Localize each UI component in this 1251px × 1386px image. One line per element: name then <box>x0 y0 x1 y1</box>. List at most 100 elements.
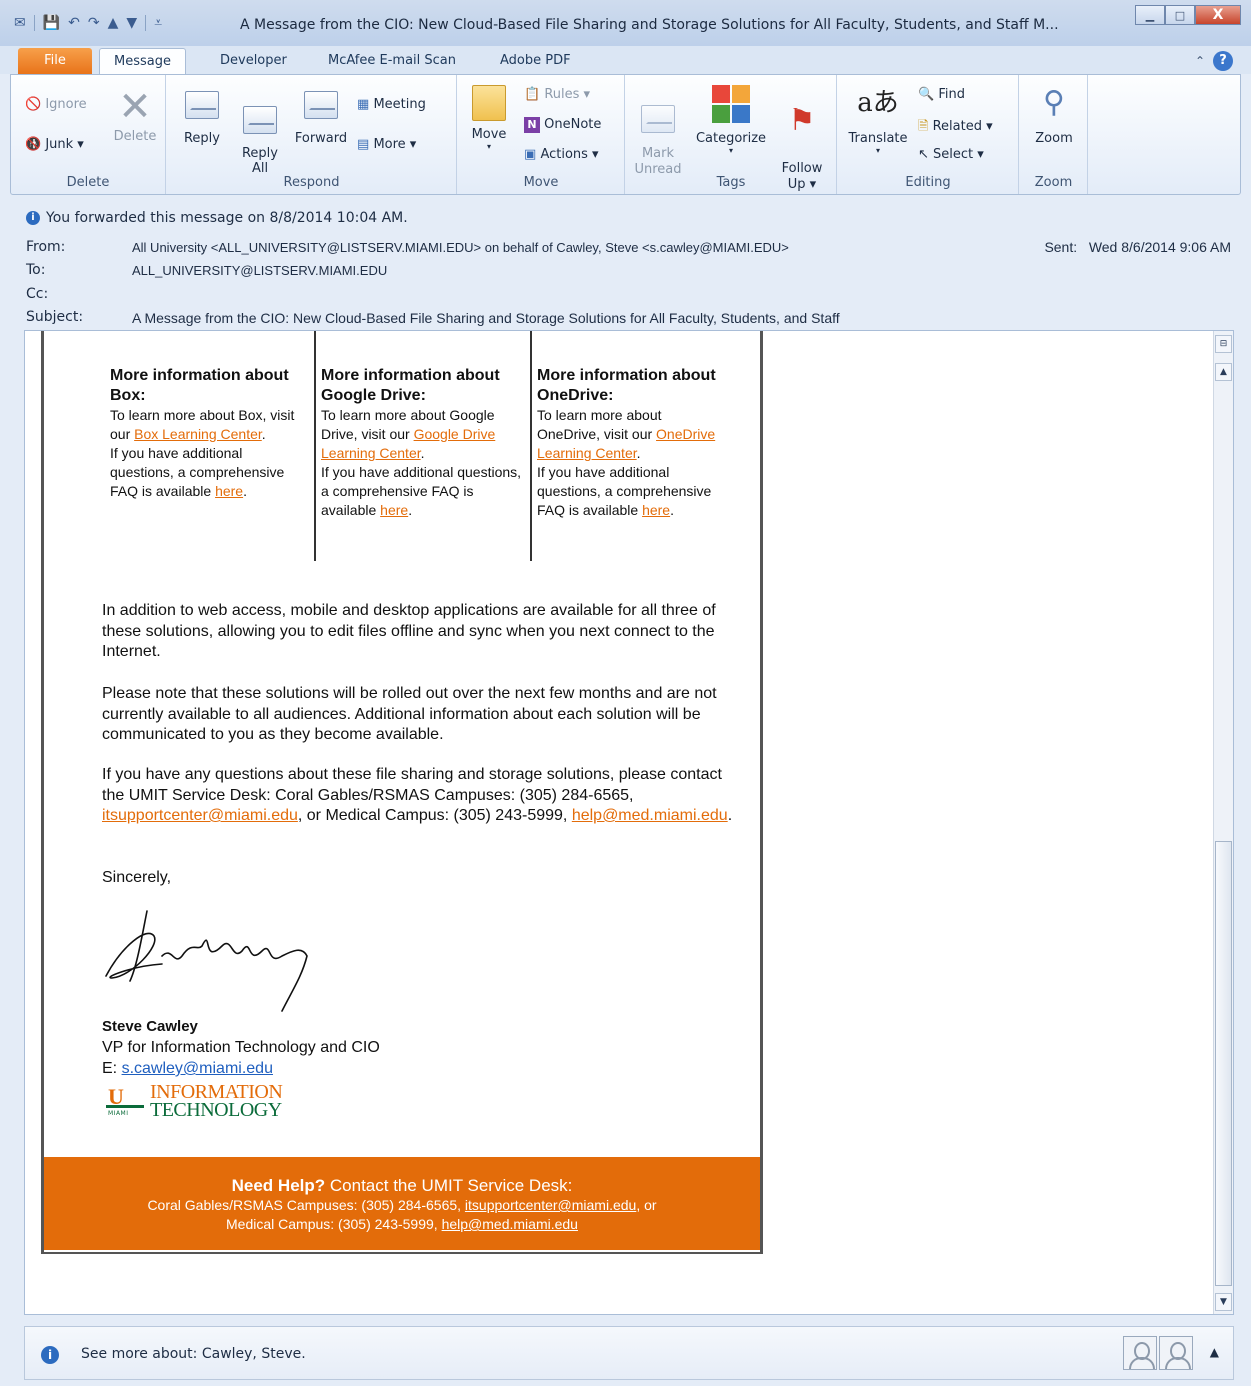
select-button[interactable]: ↖ Select ▾ <box>918 147 984 162</box>
to-value[interactable]: ALL_UNIVERSITY@LISTSERV.MIAMI.EDU <box>132 263 387 278</box>
see-more-about[interactable]: See more about: Cawley, Steve. <box>81 1346 306 1362</box>
delete-button[interactable]: ✕ Delete <box>109 85 161 144</box>
group-respond: Reply Reply All Forward ▦ Meeting ▤ More… <box>167 75 457 194</box>
scroll-down-button[interactable]: ▼ <box>1215 1293 1232 1311</box>
contact-text: If you have any questions about these fi… <box>102 766 722 804</box>
onedrive-faq-link[interactable]: here <box>642 502 670 518</box>
box-learning-center-link[interactable]: Box Learning Center <box>134 426 262 442</box>
google-drive-heading: More information about Google Drive: <box>321 367 500 404</box>
find-label: Find <box>938 87 965 102</box>
more-respond-button[interactable]: ▤ More ▾ <box>357 137 416 152</box>
footer-help-med-link[interactable]: help@med.miami.edu <box>442 1216 578 1232</box>
help-icon[interactable]: ? <box>1213 51 1233 71</box>
actions-icon: ▣ <box>524 147 537 162</box>
scroll-up-button[interactable]: ▲ <box>1215 363 1232 381</box>
info-bar[interactable]: i You forwarded this message on 8/8/2014… <box>26 210 408 226</box>
google-drive-faq-link[interactable]: here <box>380 502 408 518</box>
collapse-ribbon-icon[interactable]: ⌃ <box>1195 54 1205 68</box>
box-faq-link[interactable]: here <box>215 483 243 499</box>
itsupportcenter-email-link[interactable]: itsupportcenter@miami.edu <box>102 807 298 824</box>
related-label: Related ▾ <box>932 119 993 134</box>
onedrive-text: To learn more about OneDrive, visit our <box>537 407 662 442</box>
junk-button[interactable]: 🚯 Junk ▾ <box>25 137 84 152</box>
group-zoom: ⚲ Zoom Zoom <box>1020 75 1088 194</box>
footer-itsupport-link[interactable]: itsupportcenter@miami.edu <box>465 1197 636 1213</box>
tab-adobe-pdf[interactable]: Adobe PDF <box>486 48 585 74</box>
google-drive-info-column: More information about Google Drive: To … <box>321 366 526 596</box>
box-heading: More information about Box: <box>110 367 289 404</box>
minimize-button[interactable]: ▁ <box>1135 5 1165 25</box>
ignore-label: Ignore <box>45 97 87 112</box>
delete-icon: ✕ <box>118 84 152 130</box>
related-button[interactable]: 🗎 Related ▾ <box>918 117 993 139</box>
ignore-icon: 🚫 <box>25 97 42 112</box>
zoom-button[interactable]: ⚲ Zoom <box>1026 83 1082 146</box>
actions-button[interactable]: ▣ Actions ▾ <box>524 147 599 162</box>
footer-contact: Contact the UMIT Service Desk: <box>325 1176 573 1195</box>
onenote-button[interactable]: N OneNote <box>524 117 601 133</box>
select-label: Select ▾ <box>933 147 984 162</box>
info-icon: i <box>41 1346 59 1364</box>
rules-button[interactable]: 📋 Rules ▾ <box>524 87 590 102</box>
reply-button[interactable]: Reply <box>177 85 227 146</box>
subject-label: Subject: <box>26 309 84 325</box>
paragraph-rollout: Please note that these solutions will be… <box>102 685 717 743</box>
period: . <box>670 502 674 518</box>
group-tags: Mark Unread Categorize ▾ ⚑ Follow Up ▾ T… <box>626 75 837 194</box>
period: . <box>636 445 641 461</box>
onedrive-heading: More information about OneDrive: <box>537 367 716 404</box>
logo-line2: TECHNOLOGY <box>150 1099 282 1121</box>
zoom-label: Zoom <box>1035 131 1073 146</box>
sent-field: Sent: Wed 8/6/2014 9:06 AM <box>1044 239 1231 255</box>
translate-button[interactable]: aあ Translate ▾ <box>844 83 912 155</box>
mark-unread-icon <box>641 105 675 133</box>
undo-icon[interactable]: ↶ <box>68 14 80 32</box>
to-label: To: <box>26 262 46 278</box>
avatar[interactable] <box>1123 1336 1157 1370</box>
forward-button[interactable]: Forward <box>291 85 351 146</box>
help-footer: Need Help? Contact the UMIT Service Desk… <box>44 1157 760 1250</box>
ribbon: 🚫 Ignore 🚯 Junk ▾ ✕ Delete Delete Reply … <box>10 74 1241 195</box>
message-body[interactable]: More information about Box: To learn mor… <box>24 330 1234 1315</box>
rules-label: Rules ▾ <box>544 87 591 102</box>
box-faq-text: If you have additional questions, a comp… <box>110 445 285 499</box>
tab-mcafee[interactable]: McAfee E-mail Scan <box>314 48 470 74</box>
related-icon: 🗎 <box>918 119 929 134</box>
follow-up-button[interactable]: ⚑ Follow Up ▾ <box>776 85 828 209</box>
help-med-email-link[interactable]: help@med.miami.edu <box>572 807 728 824</box>
customize-toolbar-icon[interactable]: ⩡ <box>154 14 162 32</box>
maximize-button[interactable]: □ <box>1165 5 1195 25</box>
chevron-up-icon[interactable]: ▲ <box>1210 1345 1219 1359</box>
google-drive-faq-text: If you have additional questions, a comp… <box>321 464 522 518</box>
save-icon[interactable]: 💾 <box>43 14 60 32</box>
meeting-button[interactable]: ▦ Meeting <box>357 97 426 112</box>
find-button[interactable]: 🔍 Find <box>918 87 965 102</box>
redo-icon[interactable]: ↷ <box>88 14 100 32</box>
reply-all-icon <box>243 106 277 134</box>
ignore-button[interactable]: 🚫 Ignore <box>25 97 87 112</box>
next-item-icon[interactable]: ▼ <box>126 14 137 32</box>
group-delete: 🚫 Ignore 🚯 Junk ▾ ✕ Delete Delete <box>11 75 166 194</box>
footer-medical-text: Medical Campus: (305) 243-5999, <box>226 1216 442 1232</box>
categorize-button[interactable]: Categorize ▾ <box>692 85 770 155</box>
box-info-column: More information about Box: To learn mor… <box>110 366 300 596</box>
vertical-scrollbar[interactable]: ⊟ ▲ ▼ <box>1213 331 1233 1314</box>
people-pane: i See more about: Cawley, Steve. ▲ <box>24 1326 1234 1380</box>
title-bar: ✉ 💾 ↶ ↷ ▲ ▼ ⩡ A Message from the CIO: Ne… <box>0 0 1251 46</box>
move-button[interactable]: Move ▾ <box>466 83 512 151</box>
tab-message[interactable]: Message <box>99 48 186 74</box>
avatar[interactable] <box>1159 1336 1193 1370</box>
group-move: Move ▾ 📋 Rules ▾ N OneNote ▣ Actions ▾ M… <box>458 75 625 194</box>
tab-developer[interactable]: Developer <box>206 48 301 74</box>
previous-item-icon[interactable]: ▲ <box>108 14 119 32</box>
close-button[interactable]: X <box>1195 5 1241 25</box>
split-icon[interactable]: ⊟ <box>1215 335 1232 353</box>
signature-email-link[interactable]: s.cawley@miami.edu <box>122 1060 273 1077</box>
signature-name: Steve Cawley <box>102 1018 198 1035</box>
paragraph-access: In addition to web access, mobile and de… <box>102 602 716 660</box>
tab-file[interactable]: File <box>18 48 92 74</box>
meeting-label: Meeting <box>373 97 426 112</box>
mark-unread-label: Mark Unread <box>634 146 682 177</box>
scroll-thumb[interactable] <box>1215 841 1232 1286</box>
from-value[interactable]: All University <ALL_UNIVERSITY@LISTSERV.… <box>132 240 789 255</box>
